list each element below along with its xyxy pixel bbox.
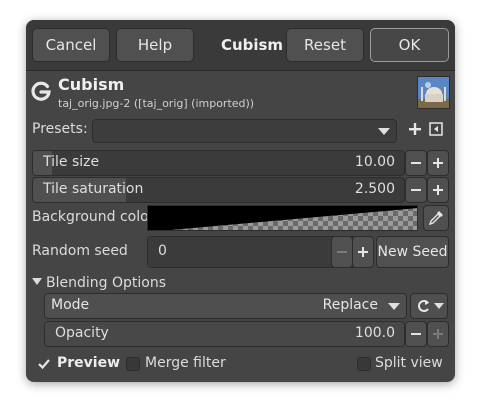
help-button[interactable]: Help xyxy=(116,28,194,62)
preview-label: Preview xyxy=(57,355,121,371)
background-color-label: Background color xyxy=(32,209,155,225)
opacity-increase-button[interactable] xyxy=(427,321,449,347)
color-picker-button[interactable] xyxy=(423,205,449,231)
reset-button[interactable]: Reset xyxy=(286,28,364,62)
filter-image-subtitle: taj_orig.jpg-2 ([taj_orig] (imported)) xyxy=(58,97,255,110)
expander-caret-icon xyxy=(32,278,42,285)
tile-size-increase-button[interactable] xyxy=(427,150,449,176)
presets-label: Presets: xyxy=(32,121,88,137)
cubism-dialog: Cancel Help Cubism Reset OK Cubism taj_o… xyxy=(26,20,455,382)
gimp-logo-icon xyxy=(31,81,51,101)
tile-size-value: 10.00 xyxy=(354,154,395,170)
help-button-label: Help xyxy=(137,36,173,54)
split-view-label: Split view xyxy=(375,355,443,371)
random-seed-decrease-button[interactable] xyxy=(331,236,353,268)
tile-size-label: Tile size xyxy=(43,154,100,170)
blend-mode-combo[interactable]: Mode Replace xyxy=(44,293,407,319)
composite-options-combo[interactable] xyxy=(410,293,448,319)
opacity-spinscale[interactable]: Opacity 100.0 xyxy=(44,321,405,347)
cancel-button-label: Cancel xyxy=(45,36,97,54)
background-color-button[interactable] xyxy=(147,205,418,231)
reset-mode-icon xyxy=(418,300,429,312)
tile-saturation-label: Tile saturation xyxy=(43,181,144,197)
tile-saturation-decrease-button[interactable] xyxy=(405,177,427,203)
ok-button[interactable]: OK xyxy=(370,28,449,62)
opacity-decrease-button[interactable] xyxy=(405,321,427,347)
checkmark-icon xyxy=(38,359,50,370)
tile-saturation-spinscale[interactable]: Tile saturation 2.500 xyxy=(32,177,405,203)
random-seed-increase-button[interactable] xyxy=(352,236,374,268)
eyedropper-icon xyxy=(428,211,443,226)
chevron-down-icon xyxy=(378,128,390,135)
random-seed-label: Random seed xyxy=(32,243,128,259)
header-bar: Cancel Help Cubism Reset OK xyxy=(26,20,455,71)
ok-button-label: OK xyxy=(398,36,421,54)
preview-checkbox[interactable] xyxy=(37,357,51,371)
blend-mode-value: Replace xyxy=(322,297,378,313)
tile-saturation-increase-button[interactable] xyxy=(427,177,449,203)
opacity-label: Opacity xyxy=(55,325,109,341)
tile-size-spinscale[interactable]: Tile size 10.00 xyxy=(32,150,405,176)
add-preset-icon[interactable] xyxy=(407,121,423,137)
blending-options-label: Blending Options xyxy=(46,275,166,291)
new-seed-label: New Seed xyxy=(377,244,448,260)
reset-button-label: Reset xyxy=(304,36,346,54)
tile-saturation-value: 2.500 xyxy=(354,181,395,197)
merge-filter-checkbox[interactable] xyxy=(126,357,140,371)
opacity-value: 100.0 xyxy=(354,325,395,341)
preset-menu-icon[interactable] xyxy=(429,122,443,136)
random-seed-input[interactable]: 0 xyxy=(147,236,353,268)
chevron-down-icon xyxy=(388,303,400,310)
tile-size-decrease-button[interactable] xyxy=(405,150,427,176)
filter-name: Cubism xyxy=(58,75,125,94)
blend-mode-label: Mode xyxy=(51,297,90,313)
presets-combo[interactable] xyxy=(92,119,397,143)
blending-options-expander[interactable]: Blending Options xyxy=(32,275,166,291)
merge-filter-label: Merge filter xyxy=(145,355,226,371)
random-seed-value: 0 xyxy=(158,243,167,259)
new-seed-button[interactable]: New Seed xyxy=(376,236,449,268)
image-thumbnail xyxy=(417,76,450,109)
split-view-checkbox[interactable] xyxy=(357,357,371,371)
cancel-button[interactable]: Cancel xyxy=(32,28,110,62)
chevron-down-icon xyxy=(434,303,444,309)
